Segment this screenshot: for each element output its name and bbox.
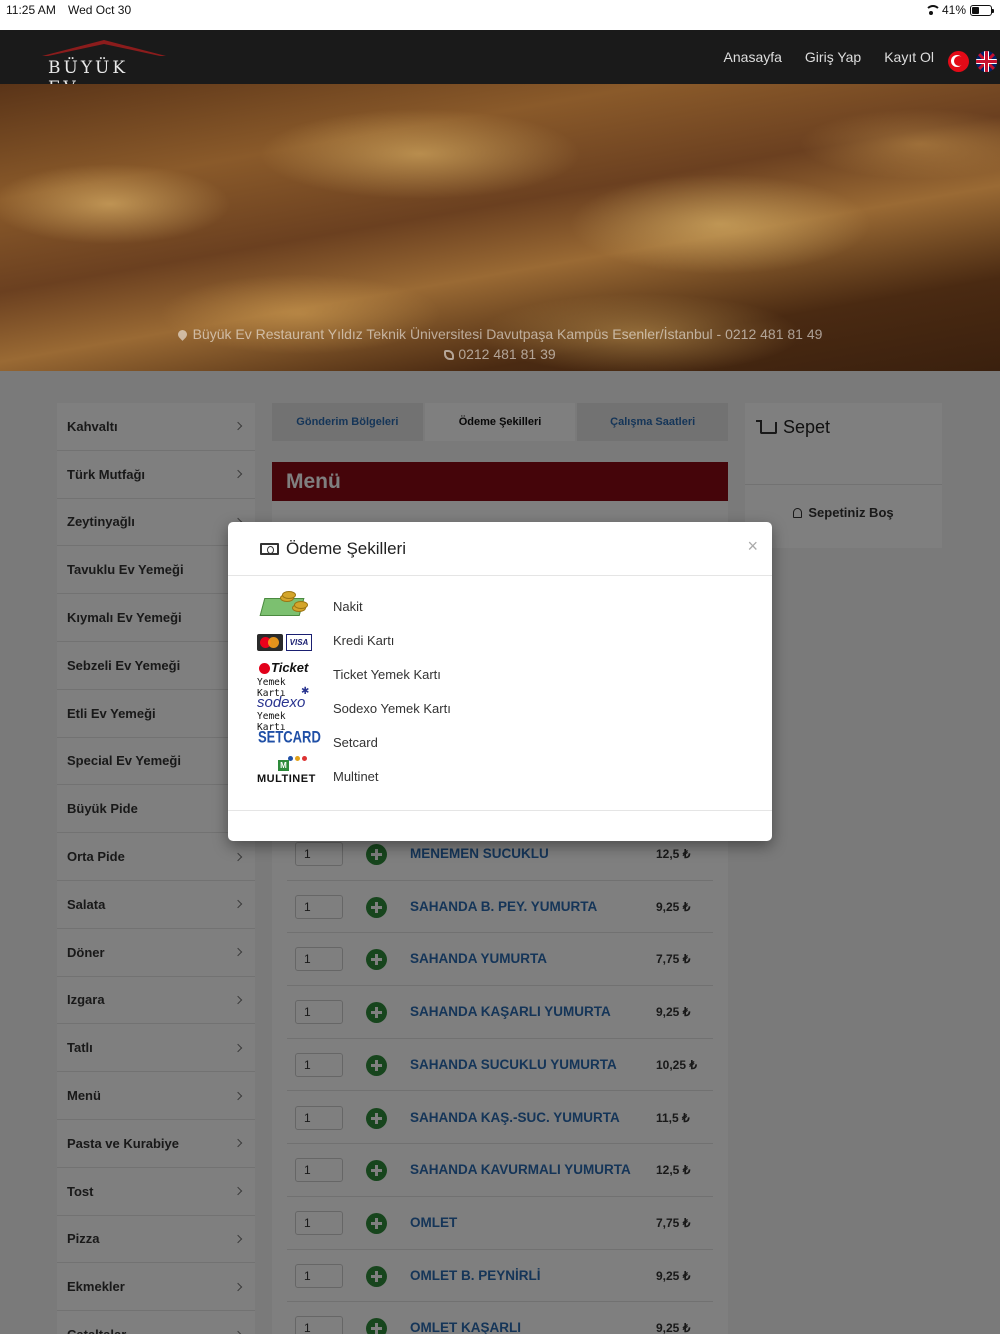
multinet-logo: M MULTINET <box>257 760 316 785</box>
sodexo-logo-text: sodexo <box>257 694 306 711</box>
logo[interactable]: BÜYÜK EV <box>42 40 167 98</box>
modal-title: Ödeme Şekilleri <box>286 539 406 558</box>
payment-label-cash: Nakit <box>333 599 363 614</box>
cash-icon <box>256 590 316 624</box>
setcard-logo: SETCARD <box>256 726 321 761</box>
nav-login-link[interactable]: Giriş Yap <box>805 49 861 65</box>
payment-method-row: sodexo ✱ Yemek Kartı Sodexo Yemek Kartı <box>256 686 736 733</box>
hero-banner: Büyük Ev Restaurant Yıldız Teknik Üniver… <box>0 84 1000 371</box>
hero-phone: 0212 481 81 39 <box>458 346 556 362</box>
payment-method-row: M MULTINET Multinet <box>256 760 736 794</box>
uk-flag-icon[interactable] <box>976 51 997 72</box>
hero-address: Büyük Ev Restaurant Yıldız Teknik Üniver… <box>192 326 823 342</box>
tr-flag-icon[interactable] <box>948 51 969 72</box>
status-date: Wed Oct 30 <box>68 3 132 17</box>
payment-method-row: Ticket Yemek Kartı Ticket Yemek Kartı <box>256 658 736 699</box>
multinet-logo-text: MULTINET <box>257 773 316 785</box>
modal-footer <box>228 810 772 811</box>
phone-icon <box>444 350 455 360</box>
payment-label-sodexo: Sodexo Yemek Kartı <box>333 701 451 716</box>
wifi-icon <box>924 5 941 15</box>
setcard-logo-text: SETCARD <box>258 727 321 747</box>
payment-label-multinet: Multinet <box>333 769 379 784</box>
sodexo-logo: sodexo ✱ Yemek Kartı <box>256 686 316 733</box>
battery-icon <box>970 4 994 16</box>
modal-backdrop[interactable] <box>0 371 1000 1334</box>
payment-label-setcard: Setcard <box>333 735 378 750</box>
payment-label-credit-card: Kredi Kartı <box>333 633 395 648</box>
credit-card-icon: VISA <box>256 624 316 658</box>
status-bar: 11:25 AM Wed Oct 30 41% <box>0 0 1000 30</box>
navbar: BÜYÜK EV Anasayfa Giriş Yap Kayıt Ol <box>0 30 1000 98</box>
money-icon <box>260 543 279 555</box>
payment-methods-modal: Ödeme Şekilleri × Nakit VISA Kredi Kartı… <box>228 522 772 841</box>
map-pin-icon <box>175 328 189 341</box>
payment-method-row: Nakit <box>256 590 736 624</box>
payment-label-ticket: Ticket Yemek Kartı <box>333 667 441 682</box>
status-time: 11:25 AM <box>6 3 56 17</box>
ticket-logo-text: Ticket <box>271 660 309 675</box>
close-icon[interactable]: × <box>747 536 758 557</box>
nav-home-link[interactable]: Anasayfa <box>724 49 782 65</box>
payment-method-row: VISA Kredi Kartı <box>256 624 736 658</box>
nav-register-link[interactable]: Kayıt Ol <box>884 49 934 65</box>
payment-method-row: SETCARD Setcard <box>256 726 736 761</box>
battery-percent: 41% <box>941 3 966 17</box>
